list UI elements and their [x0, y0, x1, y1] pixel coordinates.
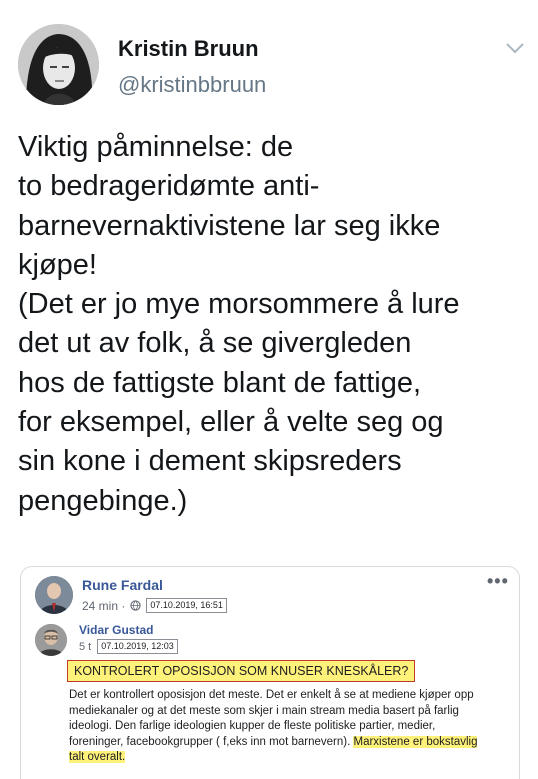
author-handle[interactable]: @kristinbbruun	[118, 72, 266, 98]
tweet-line: (Det er jo mye morsommere å lure	[18, 288, 460, 321]
tweet-card: Kristin Bruun @kristinbbruun Viktig påmi…	[0, 0, 538, 779]
comment-date: 07.10.2019, 12:03	[97, 639, 178, 654]
comment-line: talt overalt.	[69, 750, 515, 766]
comment-line-part: foreninger, facebookgrupper ( f,eks inn …	[69, 735, 351, 748]
highlighted-headline: KONTROLERT OPOSISJON SOM KNUSER KNESKÅLE…	[67, 660, 416, 682]
tweet-line: Viktig påminnelse: de	[18, 131, 294, 163]
tweet-line: barnevernaktivistene lar seg ikke	[18, 209, 441, 242]
tweet-line: kjøpe!	[18, 248, 97, 281]
post-date: 07.10.2019, 16:51	[146, 598, 227, 613]
embedded-screenshot[interactable]: Rune Fardal 24 min · 07.10.2019, 16:51 •…	[20, 566, 520, 779]
comment-author-avatar	[35, 624, 67, 656]
author-avatar[interactable]	[18, 24, 99, 105]
tweet-line: for eksempel, eller å velte seg og	[18, 406, 444, 439]
tweet-line: hos de fattigste blant de fattige,	[18, 366, 422, 399]
highlighted-phrase: Marxistene er bokstavlig	[353, 735, 478, 748]
tweet-line: sin kone i dement skipsreders	[18, 445, 402, 478]
post-author-avatar	[35, 576, 73, 614]
tweet-line: det ut av folk, å se givergleden	[18, 327, 412, 360]
globe-icon	[130, 600, 141, 611]
comment-time: 5 t	[79, 640, 92, 653]
comment-line: foreninger, facebookgrupper ( f,eks inn …	[69, 735, 515, 751]
post-meta: 24 min · 07.10.2019, 16:51	[82, 598, 227, 613]
tweet-line: pengebinge.)	[18, 484, 188, 517]
highlighted-phrase: talt overalt.	[69, 751, 126, 763]
comment-body: Det er kontrollert oposisjon det meste. …	[69, 688, 515, 766]
post-author-name: Rune Fardal	[82, 577, 163, 593]
post-time: 24 min ·	[82, 598, 126, 613]
more-options-icon: •••	[487, 571, 509, 591]
tweet-line: to bedrageridømte anti-	[18, 170, 320, 203]
comment-line: ideologi. Den farlige ideologien kupper …	[69, 720, 436, 732]
author-display-name[interactable]: Kristin Bruun	[118, 36, 259, 62]
tweet-text: Viktig påminnelse: de to bedrageridømte …	[18, 128, 530, 521]
comment-meta: 5 t 07.10.2019, 12:03	[79, 639, 178, 654]
comment-line: Det er kontrollert oposisjon det meste. …	[69, 689, 474, 701]
chevron-down-icon[interactable]	[503, 38, 527, 58]
comment-author-name: Vidar Gustad	[79, 623, 154, 637]
comment-line: mediekanaler og at det meste som skjer i…	[69, 704, 459, 717]
